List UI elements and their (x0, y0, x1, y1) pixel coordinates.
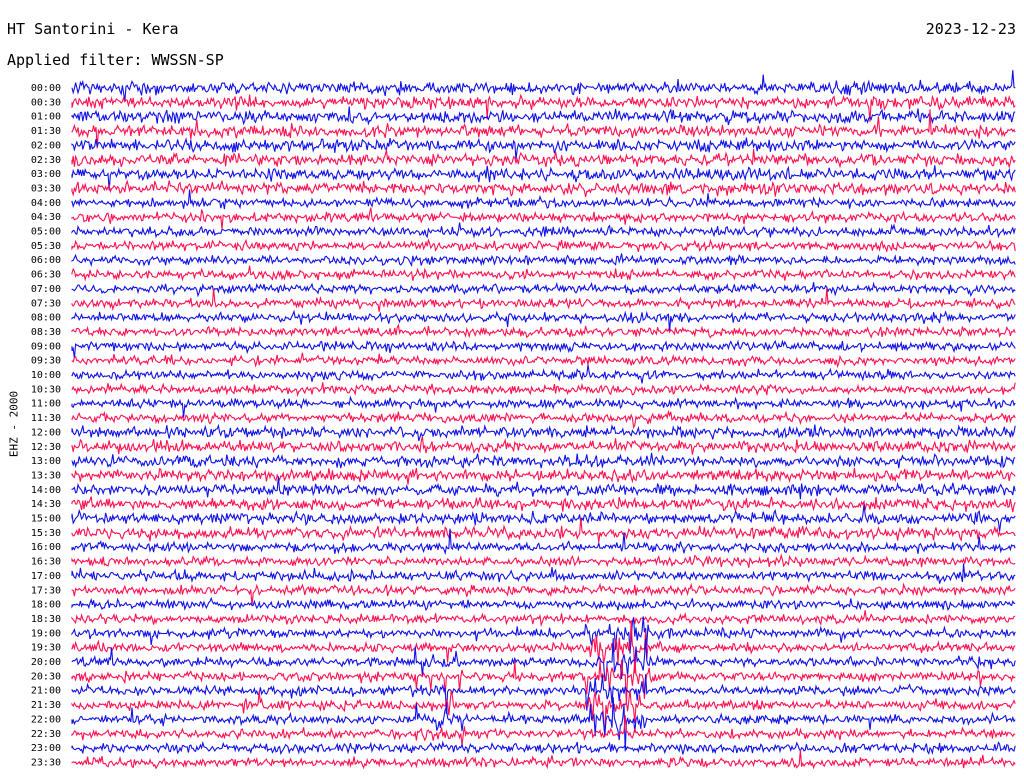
tick-label: 22:30 (31, 729, 61, 740)
trace-line (71, 467, 1016, 485)
trace-line (71, 409, 1016, 430)
tick-label: 08:00 (31, 313, 61, 324)
tick-label: 13:00 (31, 456, 61, 467)
trace-line (71, 265, 1016, 282)
tick-label: 16:00 (31, 542, 61, 553)
tick-label-group: 00:00 00:30 01:00 01:30 02:00 02:30 03:00 03:30… (31, 83, 61, 768)
tick-label: 03:00 (31, 169, 61, 180)
trace-line (71, 690, 1016, 738)
tick-label: 08:30 (31, 327, 61, 338)
trace-line (71, 382, 1016, 398)
tick-label: 14:00 (31, 485, 61, 496)
tick-label: 13:30 (31, 470, 61, 481)
trace-line (71, 222, 1016, 239)
trace-line (71, 553, 1016, 568)
tick-label: 17:00 (31, 571, 61, 582)
trace-line (71, 253, 1016, 268)
trace-line (71, 352, 1016, 369)
tick-label: 00:30 (31, 97, 61, 108)
tick-label: 02:30 (31, 155, 61, 166)
tick-label: 04:30 (31, 212, 61, 223)
trace-line (71, 339, 1016, 359)
trace-line (71, 364, 1016, 384)
trace-line (71, 563, 1016, 584)
trace-line (71, 740, 1016, 756)
tick-label: 12:30 (31, 442, 61, 453)
tick-label: 18:00 (31, 600, 61, 611)
tick-label: 23:00 (31, 743, 61, 754)
trace-line (71, 93, 1016, 122)
tick-label: 10:00 (31, 370, 61, 381)
trace-line (71, 207, 1016, 230)
trace-line (71, 238, 1016, 253)
trace-line (71, 638, 1016, 682)
tick-label: 02:00 (31, 140, 61, 151)
trace-line (71, 596, 1016, 613)
trace-line (71, 749, 1016, 770)
tick-label: 17:30 (31, 585, 61, 596)
trace-line (71, 674, 1016, 714)
tick-label: 01:00 (31, 112, 61, 123)
tick-label: 04:00 (31, 198, 61, 209)
tick-label: 21:00 (31, 686, 61, 697)
trace-line (71, 106, 1016, 126)
tick-label: 09:00 (31, 341, 61, 352)
trace-group (71, 70, 1016, 770)
trace-line (71, 610, 1016, 628)
trace-line (71, 659, 1016, 705)
tick-label: 15:00 (31, 514, 61, 525)
tick-label: 20:00 (31, 657, 61, 668)
tick-label: 07:00 (31, 284, 61, 295)
tick-label: 16:30 (31, 557, 61, 568)
tick-label: 06:00 (31, 255, 61, 266)
trace-line (71, 452, 1016, 470)
tick-label: 09:30 (31, 356, 61, 367)
trace-line (71, 504, 1016, 532)
trace-line (71, 149, 1016, 169)
trace-line (71, 436, 1016, 455)
tick-label: 21:30 (31, 700, 61, 711)
tick-label: 22:00 (31, 714, 61, 725)
tick-label: 07:30 (31, 298, 61, 309)
trace-line (71, 179, 1016, 198)
tick-label: 20:30 (31, 671, 61, 682)
tick-label: 05:30 (31, 241, 61, 252)
tick-label: 19:00 (31, 628, 61, 639)
tick-label: 01:30 (31, 126, 61, 137)
trace-line (71, 288, 1016, 312)
tick-label: 14:30 (31, 499, 61, 510)
tick-label: 12:00 (31, 427, 61, 438)
trace-line (71, 323, 1016, 339)
trace-line (71, 476, 1016, 500)
tick-label: 06:30 (31, 270, 61, 281)
tick-label: 10:30 (31, 384, 61, 395)
tick-label: 05:00 (31, 227, 61, 238)
tick-label: 19:30 (31, 643, 61, 654)
tick-label: 23:30 (31, 757, 61, 768)
tick-label: 11:30 (31, 413, 61, 424)
trace-line (71, 528, 1016, 556)
trace-line (71, 496, 1016, 513)
tick-label: 00:00 (31, 83, 61, 94)
tick-label: 11:00 (31, 399, 61, 410)
tick-label: 15:30 (31, 528, 61, 539)
tick-label: 18:30 (31, 614, 61, 625)
trace-line (71, 137, 1016, 160)
helicorder-plot: 00:00 00:30 01:00 01:30 02:00 02:30 03:00 03:30… (31, 70, 1016, 770)
trace-line (71, 423, 1016, 442)
tick-label: 03:30 (31, 183, 61, 194)
